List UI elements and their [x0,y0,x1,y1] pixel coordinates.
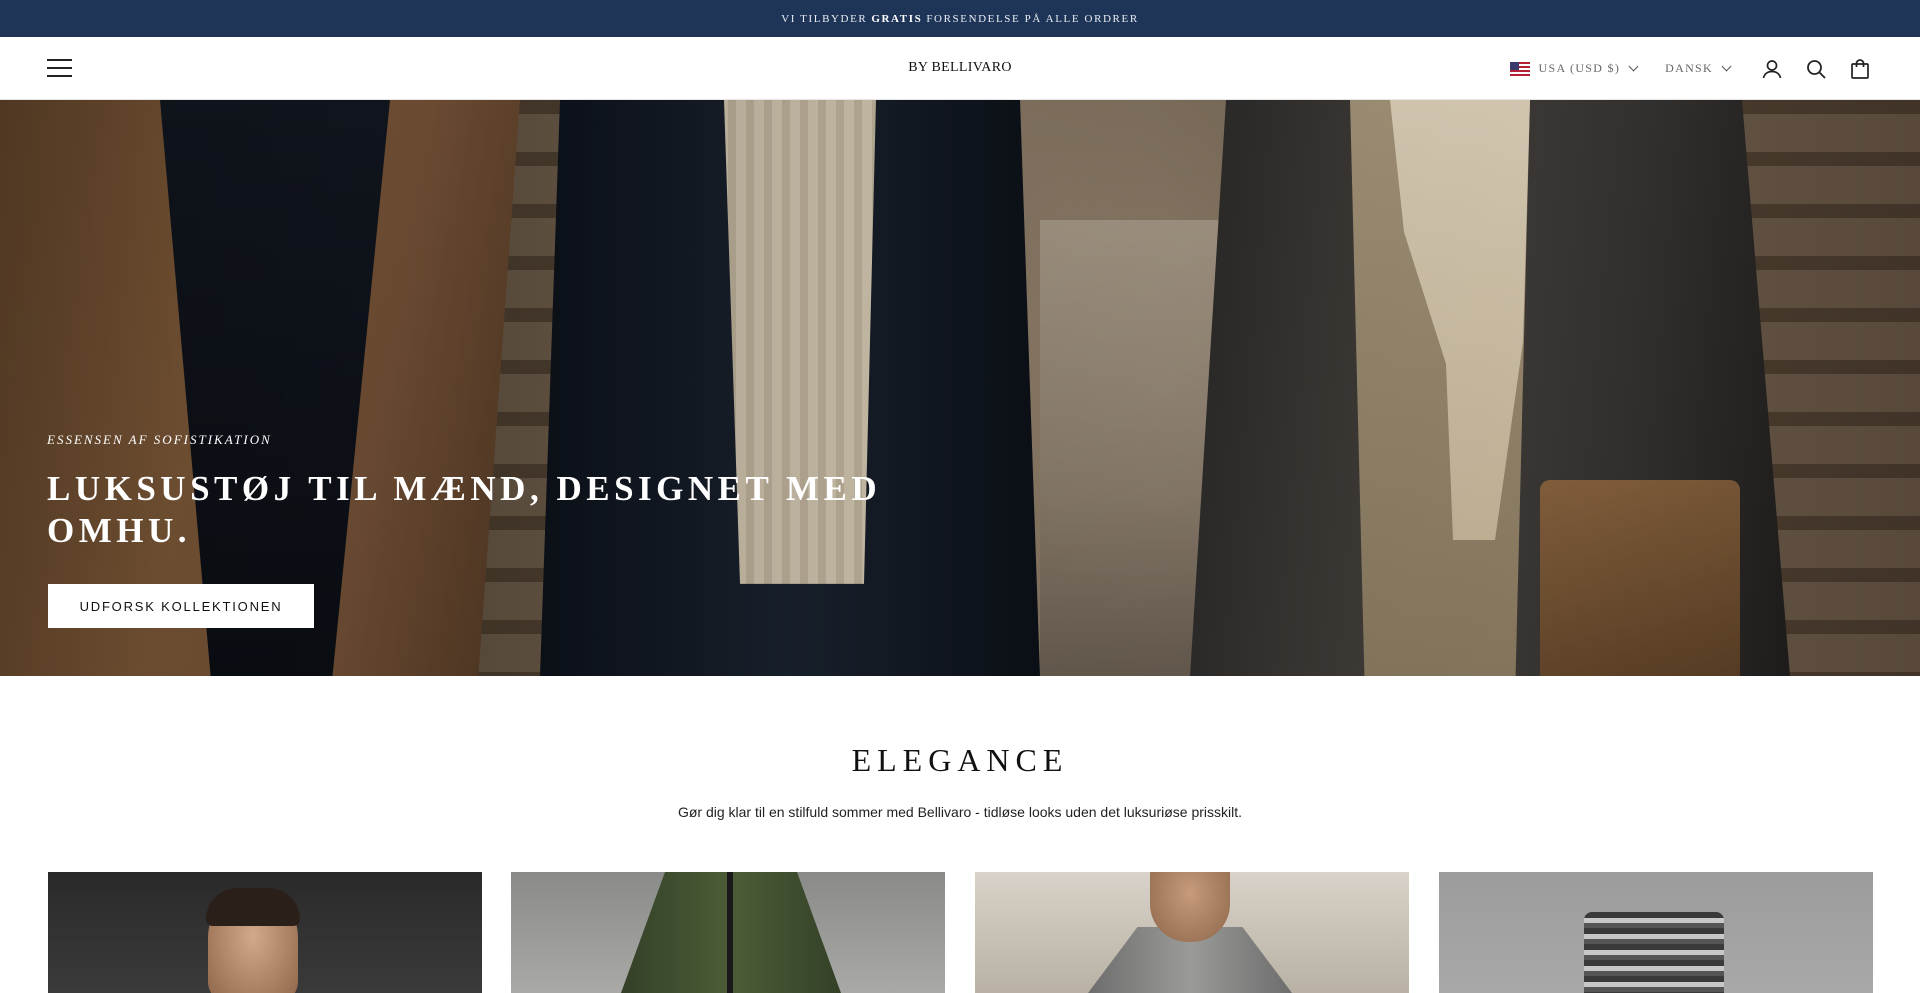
account-icon[interactable] [1760,57,1784,81]
announcement-bar: VI TILBYDER GRATIS FORSENDELSE PÅ ALLE O… [0,0,1920,37]
product-image [511,872,945,993]
product-card[interactable] [1439,872,1873,993]
chevron-down-icon [1721,61,1732,72]
product-image [975,872,1409,993]
cart-icon[interactable] [1848,57,1872,81]
explore-collection-label: UDFORSK KOLLEKTIONEN [79,598,283,614]
menu-icon[interactable] [47,59,72,77]
collection-title: ELEGANCE [851,742,1069,778]
flag-us-icon [1509,61,1530,76]
language-selector-label: DANSK [1665,61,1713,75]
announcement-suffix: FORSENDELSE PÅ ALLE ORDRER [926,12,1139,25]
search-icon[interactable] [1804,57,1828,81]
language-selector[interactable]: DANSK [1665,61,1732,76]
site-header: BY BELLIVARO USA (USD $) DANSK [0,37,1920,100]
announcement-highlight: GRATIS [871,12,923,25]
hero-banner: ESSENSEN AF SOFISTIKATION LUKSUSTØJ TIL … [0,100,1920,676]
product-card[interactable] [511,872,945,993]
product-image [1439,872,1873,993]
header-actions: USA (USD $) DANSK [1509,37,1873,100]
explore-collection-button[interactable]: UDFORSK KOLLEKTIONEN [48,584,314,628]
country-selector[interactable]: USA (USD $) [1509,61,1639,76]
chevron-down-icon [1628,61,1639,72]
hero-title: LUKSUSTØJ TIL MÆND, DESIGNET MED OMHU. [47,469,882,550]
announcement-prefix: VI TILBYDER [781,12,868,25]
product-card[interactable] [975,872,1409,993]
site-logo[interactable]: BY BELLIVARO [908,60,1012,75]
product-card[interactable] [48,872,482,993]
hero-subheading: ESSENSEN AF SOFISTIKATION [47,432,272,447]
product-image [48,872,482,993]
country-selector-label: USA (USD $) [1538,61,1621,75]
collection-description: Gør dig klar til en stilfuld sommer med … [677,804,1243,820]
